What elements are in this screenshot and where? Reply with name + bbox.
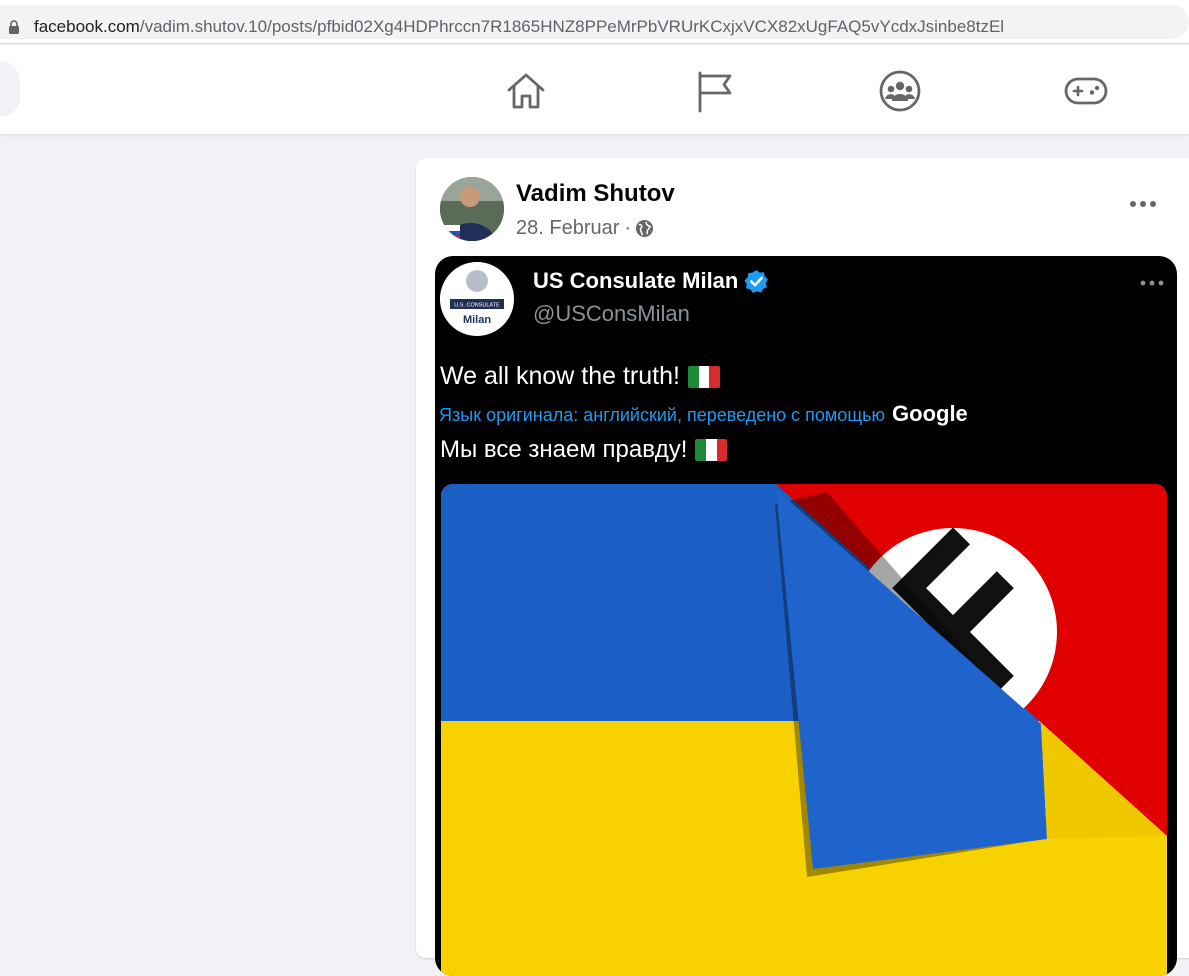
tweet-name-text: US Consulate Milan: [533, 268, 739, 293]
globe-icon[interactable]: [635, 219, 654, 238]
url-field[interactable]: facebook.com/vadim.shutov.10/posts/pfbid…: [0, 5, 1189, 39]
tweet-text-content: We all know the truth!: [440, 362, 680, 390]
post-card: Vadim Shutov 28. Februar · U.S. CONSULAT…: [416, 158, 1189, 976]
pages-flag-icon[interactable]: [692, 69, 736, 113]
consulate-avatar-city: Milan: [463, 314, 491, 326]
tweet-account-name: US Consulate Milan: [533, 268, 769, 294]
italy-flag-icon: [687, 365, 720, 388]
more-options-icon[interactable]: [1128, 194, 1158, 214]
url-path: /vadim.shutov.10/posts/pfbid02Xg4HDPhrcc…: [139, 17, 1005, 36]
tweet-more-icon: [1140, 280, 1164, 286]
url-host: facebook.com: [34, 17, 140, 36]
tweet-handle: @USConsMilan: [533, 301, 690, 326]
translation-note: Язык оригинала: английский, переведено с…: [439, 401, 968, 427]
facebook-top-navigation: [0, 45, 1189, 134]
italy-flag-icon-2: [695, 439, 728, 461]
gaming-icon[interactable]: [1064, 69, 1108, 113]
tweet-text: We all know the truth!: [440, 362, 720, 391]
browser-address-bar: facebook.com/vadim.shutov.10/posts/pfbid…: [0, 0, 1189, 44]
author-name[interactable]: Vadim Shutov: [516, 180, 675, 208]
author-avatar[interactable]: [440, 177, 504, 241]
flag-illustration: [441, 484, 1167, 976]
search-button[interactable]: [0, 61, 20, 117]
lock-icon[interactable]: [8, 20, 20, 34]
post-meta: 28. Februar ·: [516, 217, 654, 240]
groups-icon[interactable]: [878, 69, 922, 113]
consulate-avatar: U.S. CONSULATE Milan: [440, 262, 514, 336]
tweet-image-flags: [441, 484, 1167, 976]
embedded-tweet-screenshot[interactable]: U.S. CONSULATE Milan US Consulate Milan …: [435, 256, 1177, 976]
tweet-text-translated: Мы все знаем правду!: [440, 436, 728, 464]
url-text[interactable]: facebook.com/vadim.shutov.10/posts/pfbid…: [34, 17, 1004, 37]
consulate-avatar-caption: U.S. CONSULATE: [454, 303, 500, 309]
post-date[interactable]: 28. Februar: [516, 217, 619, 240]
meta-separator: ·: [624, 217, 632, 239]
tweet-text-translated-content: Мы все знаем правду!: [440, 436, 688, 463]
google-logo-text: Google: [892, 401, 968, 426]
translation-note-text: Язык оригинала: английский, переведено с…: [439, 405, 886, 425]
verified-badge-icon: [744, 269, 769, 293]
home-icon[interactable]: [504, 69, 548, 113]
